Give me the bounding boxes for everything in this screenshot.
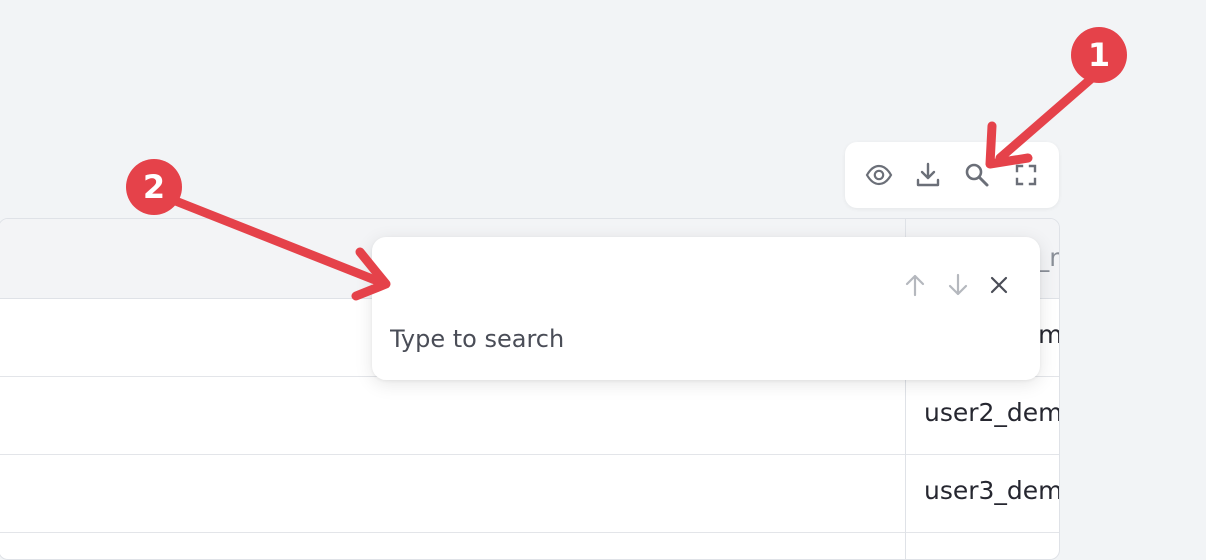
search-popup — [372, 237, 1040, 380]
download-button[interactable] — [914, 161, 942, 189]
search-button[interactable] — [963, 161, 991, 189]
table-toolbar — [845, 142, 1059, 208]
toggle-visibility-button[interactable] — [865, 161, 893, 189]
table-cell[interactable]: user3_demo_lab — [924, 476, 1059, 505]
arrow-down-icon — [948, 273, 968, 296]
close-search-button[interactable] — [984, 270, 1014, 300]
table-row[interactable]: user2_demo_lab — [0, 377, 1059, 455]
next-match-button[interactable] — [943, 270, 973, 300]
arrow-up-icon — [905, 274, 925, 297]
search-icon — [965, 163, 989, 187]
fullscreen-icon — [1015, 164, 1037, 186]
annotation-badge-2: 2 — [126, 159, 182, 215]
annotation-badge-1: 1 — [1071, 27, 1127, 83]
search-input[interactable] — [390, 321, 990, 357]
table-row[interactable]: user3_demo_lab — [0, 455, 1059, 533]
eye-icon — [865, 164, 893, 186]
table-cell[interactable]: user2_demo_lab — [924, 398, 1059, 427]
close-icon — [990, 276, 1008, 294]
previous-match-button[interactable] — [900, 270, 930, 300]
download-icon — [916, 162, 940, 187]
fullscreen-button[interactable] — [1012, 161, 1040, 189]
